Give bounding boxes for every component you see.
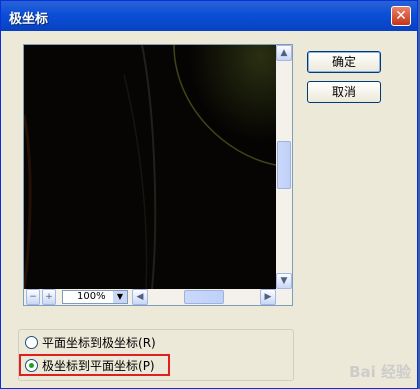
scroll-right-arrow-icon[interactable]: ▶ — [260, 289, 276, 305]
filter-preview-image[interactable] — [24, 45, 276, 289]
ok-button[interactable]: 确定 — [307, 51, 381, 73]
vertical-scroll-thumb[interactable] — [277, 141, 291, 189]
cancel-button[interactable]: 取消 — [307, 81, 381, 103]
preview-bottom-bar: − + 100% ▼ ◀ ▶ — [24, 289, 292, 305]
zoom-in-button[interactable]: + — [42, 289, 56, 305]
annotation-highlight-box — [19, 354, 170, 376]
polar-coordinates-dialog: 极坐标 ✕ ▲ ▼ − + 100% ▼ ◀ ▶ 确定 取消 平面坐标到极坐标(… — [0, 0, 418, 389]
option-shortcut: (R) — [138, 336, 156, 350]
zoom-level-value: 100% — [77, 291, 106, 302]
close-button[interactable]: ✕ — [391, 6, 411, 26]
title-bar[interactable]: 极坐标 ✕ — [1, 1, 417, 31]
vertical-scrollbar[interactable]: ▲ ▼ — [276, 45, 292, 289]
chevron-down-icon: ▼ — [113, 291, 127, 303]
scroll-up-arrow-icon[interactable]: ▲ — [276, 45, 292, 61]
preview-panel: ▲ ▼ − + 100% ▼ ◀ ▶ — [23, 44, 293, 306]
radio-icon[interactable] — [25, 336, 38, 349]
zoom-out-button[interactable]: − — [26, 289, 40, 305]
scroll-left-arrow-icon[interactable]: ◀ — [132, 289, 148, 305]
zoom-level-select[interactable]: 100% ▼ — [62, 290, 128, 304]
horizontal-scroll-thumb[interactable] — [184, 290, 224, 304]
watermark: Bai 经验 — [349, 363, 411, 381]
scroll-down-arrow-icon[interactable]: ▼ — [276, 273, 292, 289]
option-rectangular-to-polar[interactable]: 平面坐标到极坐标(R) — [25, 335, 156, 351]
dialog-title: 极坐标 — [9, 12, 49, 27]
preview-graphic — [24, 45, 276, 289]
option-label: 平面坐标到极坐标 — [42, 336, 139, 350]
